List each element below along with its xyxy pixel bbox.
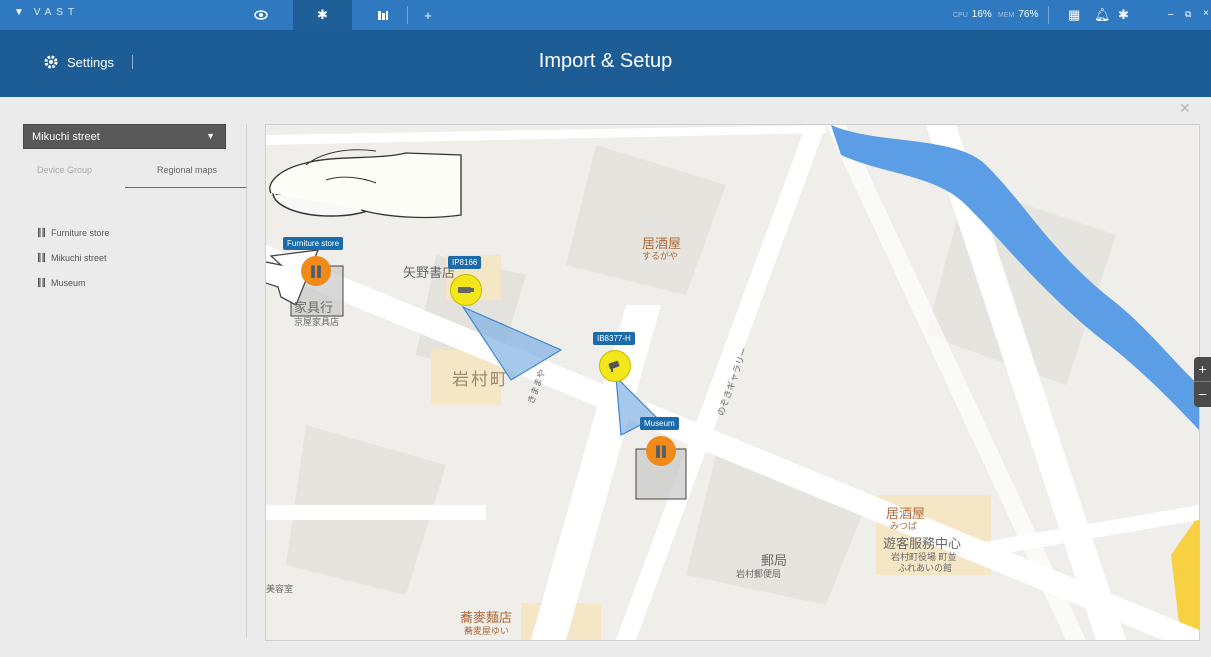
tab-liveview[interactable]	[245, 0, 277, 30]
place-label: 岩村郵便局	[736, 569, 782, 579]
page-title: Import & Setup	[538, 50, 673, 72]
cpu-label: CPU	[953, 12, 968, 19]
page-header: Settings Import & Setup	[0, 30, 1211, 97]
restore-button[interactable]: ⧉	[1185, 9, 1191, 20]
place-label: ふれあいの館	[898, 563, 953, 573]
gear-icon: ✱	[317, 7, 328, 22]
v-logo-icon: ▼	[14, 7, 26, 18]
map-list-label: Mikuchi street	[51, 252, 107, 263]
map-icon: ∥∥	[37, 277, 46, 287]
sidebar-divider	[246, 124, 247, 638]
map-list-label: Furniture store	[51, 227, 110, 238]
place-label: 家具行	[294, 300, 334, 315]
marker-label: IB8377-H	[593, 332, 635, 345]
map-icon: ∥∥	[310, 264, 322, 278]
plus-icon: +	[424, 7, 432, 23]
floorplan-icon	[377, 10, 388, 20]
mem-value: 76%	[1018, 9, 1039, 20]
museum-marker[interactable]: ∥∥	[646, 436, 676, 466]
place-label: 蕎麦屋ゆい	[464, 626, 510, 636]
map-list-item[interactable]: ∥∥ Furniture store	[37, 227, 110, 238]
map-canvas[interactable]: 家具行 京屋家具店 矢野書店 岩村町 居酒屋 するがや 居酒屋 みつば 遊客服務…	[265, 124, 1200, 641]
map-select-value: Mikuchi street	[32, 131, 100, 143]
active-tab-indicator	[125, 187, 246, 188]
place-label: みつば	[890, 521, 918, 531]
map-list-item[interactable]: ∥∥ Mikuchi street	[37, 252, 107, 263]
cpu-value: 16%	[971, 9, 992, 20]
close-button[interactable]: ×	[1203, 8, 1209, 19]
settings-gear-icon[interactable]: ✱	[1118, 7, 1129, 23]
tab-separator	[407, 6, 408, 24]
minimize-button[interactable]: –	[1168, 9, 1174, 20]
mem-label: MEM	[998, 12, 1015, 19]
logo-text: VAST	[33, 7, 80, 18]
marker-label: Museum	[640, 417, 679, 430]
caret-down-icon: ▼	[206, 131, 215, 141]
tab-device-group[interactable]: Device Group	[37, 165, 92, 175]
vast-logo: ▼ VAST	[14, 7, 79, 18]
zoom-in-button[interactable]: +	[1194, 357, 1211, 381]
marker-label: Furniture store	[283, 237, 344, 250]
bullet-camera-icon	[458, 287, 474, 293]
map-icon: ∥∥	[655, 444, 667, 458]
map-icon: ∥∥	[37, 252, 46, 262]
tab-settings[interactable]: ✱	[293, 0, 352, 30]
map-icon: ∥∥	[37, 227, 46, 237]
grid-icon[interactable]: ▦	[1068, 7, 1080, 23]
tab-floorplan[interactable]	[365, 0, 400, 30]
marker-label: IP8166	[448, 256, 482, 269]
zoom-control: + –	[1194, 357, 1211, 407]
eye-icon	[254, 10, 268, 20]
stat-separator	[1048, 6, 1049, 24]
tab-regional-maps[interactable]: Regional maps	[157, 165, 217, 175]
top-bar: ▼ VAST ✱ + CPU 16% MEM 76% ▦ 🔔︎ ✱ – ⧉ ×	[0, 0, 1211, 30]
place-label: 京屋家具店	[294, 317, 340, 327]
camera-marker-ib8377h[interactable]	[599, 350, 631, 382]
add-tab-button[interactable]: +	[418, 0, 438, 30]
bullet-camera-icon	[608, 360, 620, 372]
furniture-store-marker[interactable]: ∥∥	[301, 256, 331, 286]
zoom-out-button[interactable]: –	[1194, 381, 1211, 406]
place-label: 岩村町	[452, 370, 509, 389]
mem-stat: MEM 76%	[998, 9, 1038, 20]
bell-icon[interactable]: 🔔︎	[1094, 7, 1111, 23]
map-list-item[interactable]: ∥∥ Museum	[37, 277, 86, 288]
place-label: するがや	[642, 251, 679, 261]
cpu-stat: CPU 16%	[953, 9, 992, 20]
map-select[interactable]: Mikuchi street ▼	[23, 124, 226, 149]
camera-marker-ip8166[interactable]	[450, 274, 482, 306]
close-panel-icon[interactable]: ✕	[1179, 100, 1191, 117]
map-list-label: Museum	[51, 277, 86, 288]
place-label: 美容室	[266, 584, 294, 594]
